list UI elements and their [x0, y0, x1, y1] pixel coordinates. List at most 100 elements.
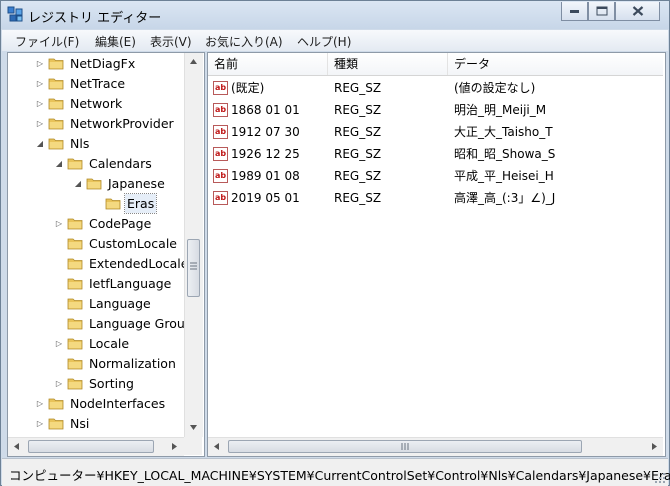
registry-tree-pane[interactable]: ▷ NetDiagFx ▷ NetTrace ▷ Network ▷ NetworkProvi…	[7, 52, 205, 457]
value-name: (既定)	[231, 81, 265, 95]
tree-vscroll-thumb[interactable]	[187, 239, 200, 297]
registry-values-pane[interactable]: 名前 種類 データ ab (既定) REG_SZ (値の設定なし) ab 1868 01 …	[207, 52, 666, 457]
menu-view[interactable]: 表示(V)	[150, 33, 192, 50]
tree-node-label: Nsi	[70, 416, 90, 431]
tree-node-codepage[interactable]: ▷ CodePage	[8, 214, 184, 233]
column-type[interactable]: 種類	[328, 53, 448, 75]
folder-icon	[67, 298, 83, 310]
collapse-arrow-icon[interactable]: ◢	[73, 174, 83, 193]
tree-vertical-scrollbar[interactable]	[184, 53, 203, 437]
expand-arrow-icon[interactable]: ▷	[35, 54, 45, 73]
folder-icon	[48, 98, 64, 110]
tree-node-network[interactable]: ▷ Network	[8, 94, 184, 113]
tree-horizontal-scrollbar[interactable]	[8, 437, 184, 456]
maximize-icon	[596, 6, 607, 16]
scroll-left-icon[interactable]	[8, 438, 25, 455]
tree-node-japanese[interactable]: ◢ Japanese	[8, 174, 184, 193]
registry-value-row[interactable]: ab 1989 01 08 REG_SZ 平成_平_Heisei_H	[208, 165, 663, 187]
tree-node-nodeinterfaces[interactable]: ▷ NodeInterfaces	[8, 394, 184, 413]
expand-arrow-icon[interactable]: ▷	[54, 334, 64, 353]
registry-value-row[interactable]: ab (既定) REG_SZ (値の設定なし)	[208, 77, 663, 99]
tree-node-locale[interactable]: ▷ Locale	[8, 334, 184, 353]
menu-help[interactable]: ヘルプ(H)	[297, 33, 351, 50]
minimize-button[interactable]	[561, 2, 588, 21]
tree-node-label: CustomLocale	[89, 236, 177, 251]
expand-arrow-icon[interactable]: ▷	[54, 214, 64, 233]
tree-node-extendedlocale[interactable]: ExtendedLocale	[8, 254, 188, 273]
scroll-right-icon[interactable]	[166, 438, 183, 455]
tree-node-normalization[interactable]: Normalization	[8, 354, 184, 373]
tree-node-label: IetfLanguage	[89, 276, 172, 291]
string-value-icon: ab	[213, 191, 228, 205]
tree-node-label: NetTrace	[70, 76, 126, 91]
tree-hscroll-thumb[interactable]	[28, 440, 154, 453]
tree-node-netdiagfx[interactable]: ▷ NetDiagFx	[8, 54, 184, 73]
folder-icon	[67, 358, 83, 370]
folder-open-icon	[86, 178, 102, 190]
scroll-right-icon[interactable]	[646, 438, 663, 455]
collapse-arrow-icon[interactable]: ◢	[54, 154, 64, 173]
value-data: 昭和_昭_Showa_S	[454, 147, 556, 161]
folder-icon	[48, 118, 64, 130]
registry-editor-window: レジストリ エディター ファイル(F) 編集(E) 表示(V) お気に入り(A)…	[0, 0, 670, 486]
column-header: 名前 種類 データ	[208, 53, 663, 76]
folder-icon	[67, 278, 83, 290]
tree-node-language-group[interactable]: Language Group	[8, 314, 193, 333]
tree-node-label: NetworkProvider	[70, 116, 174, 131]
registry-value-row[interactable]: ab 1912 07 30 REG_SZ 大正_大_Taisho_T	[208, 121, 663, 143]
maximize-button[interactable]	[588, 2, 615, 21]
expand-arrow-icon[interactable]: ▷	[35, 94, 45, 113]
registry-value-row[interactable]: ab 1926 12 25 REG_SZ 昭和_昭_Showa_S	[208, 143, 663, 165]
menu-edit[interactable]: 編集(E)	[95, 33, 136, 50]
tree-node-nettrace[interactable]: ▷ NetTrace	[8, 74, 184, 93]
column-data[interactable]: データ	[448, 53, 663, 75]
close-icon	[632, 6, 643, 16]
scroll-up-icon[interactable]	[185, 53, 202, 70]
value-type: REG_SZ	[334, 103, 382, 117]
expand-arrow-icon[interactable]: ▷	[35, 114, 45, 133]
list-horizontal-scrollbar[interactable]	[208, 437, 663, 456]
tree-node-nls[interactable]: ◢ Nls	[8, 134, 184, 153]
scroll-left-icon[interactable]	[208, 438, 225, 455]
status-bar: コンピューター¥HKEY_LOCAL_MACHINE¥SYSTEM¥Curren…	[2, 458, 670, 486]
folder-icon	[67, 378, 83, 390]
menu-file[interactable]: ファイル(F)	[15, 33, 79, 50]
string-value-icon: ab	[213, 125, 228, 139]
folder-icon	[48, 418, 64, 430]
close-button[interactable]	[615, 2, 660, 21]
column-name[interactable]: 名前	[208, 53, 328, 75]
scroll-down-icon[interactable]	[185, 419, 202, 436]
registry-value-row[interactable]: ab 2019 05 01 REG_SZ 高澤_高_(:3」∠)_J	[208, 187, 663, 209]
tree-node-eras[interactable]: Eras	[8, 193, 184, 214]
list-hscroll-thumb[interactable]	[228, 440, 582, 453]
tree-node-label: Normalization	[89, 356, 176, 371]
value-type: REG_SZ	[334, 147, 382, 161]
expand-arrow-icon[interactable]: ▷	[35, 74, 45, 93]
string-value-icon: ab	[213, 169, 228, 183]
folder-icon	[67, 258, 83, 270]
title-bar[interactable]: レジストリ エディター	[1, 1, 669, 29]
folder-open-icon	[48, 138, 64, 150]
expand-arrow-icon[interactable]: ▷	[35, 394, 45, 413]
window-title: レジストリ エディター	[28, 11, 162, 26]
menu-favorites[interactable]: お気に入り(A)	[205, 33, 283, 50]
value-name: 1912 07 30	[231, 125, 300, 139]
tree-node-customlocale[interactable]: CustomLocale	[8, 234, 184, 253]
registry-value-row[interactable]: ab 1868 01 01 REG_SZ 明治_明_Meiji_M	[208, 99, 663, 121]
resize-grip-icon[interactable]	[654, 472, 666, 484]
tree-node-sorting[interactable]: ▷ Sorting	[8, 374, 184, 393]
tree-node-language[interactable]: Language	[8, 294, 184, 313]
tree-node-networkprovider[interactable]: ▷ NetworkProvider	[8, 114, 184, 133]
tree-node-label: Language	[89, 296, 151, 311]
tree-node-label: Calendars	[89, 156, 152, 171]
folder-icon	[48, 78, 64, 90]
value-data: (値の設定なし)	[454, 81, 536, 95]
tree-node-label: ExtendedLocale	[89, 256, 189, 271]
collapse-arrow-icon[interactable]: ◢	[35, 134, 45, 153]
expand-arrow-icon[interactable]: ▷	[35, 414, 45, 433]
tree-node-nsi[interactable]: ▷ Nsi	[8, 414, 184, 433]
tree-node-ietflanguage[interactable]: IetfLanguage	[8, 274, 184, 293]
tree-node-label: Nls	[70, 136, 90, 151]
tree-node-calendars[interactable]: ◢ Calendars	[8, 154, 184, 173]
expand-arrow-icon[interactable]: ▷	[54, 374, 64, 393]
